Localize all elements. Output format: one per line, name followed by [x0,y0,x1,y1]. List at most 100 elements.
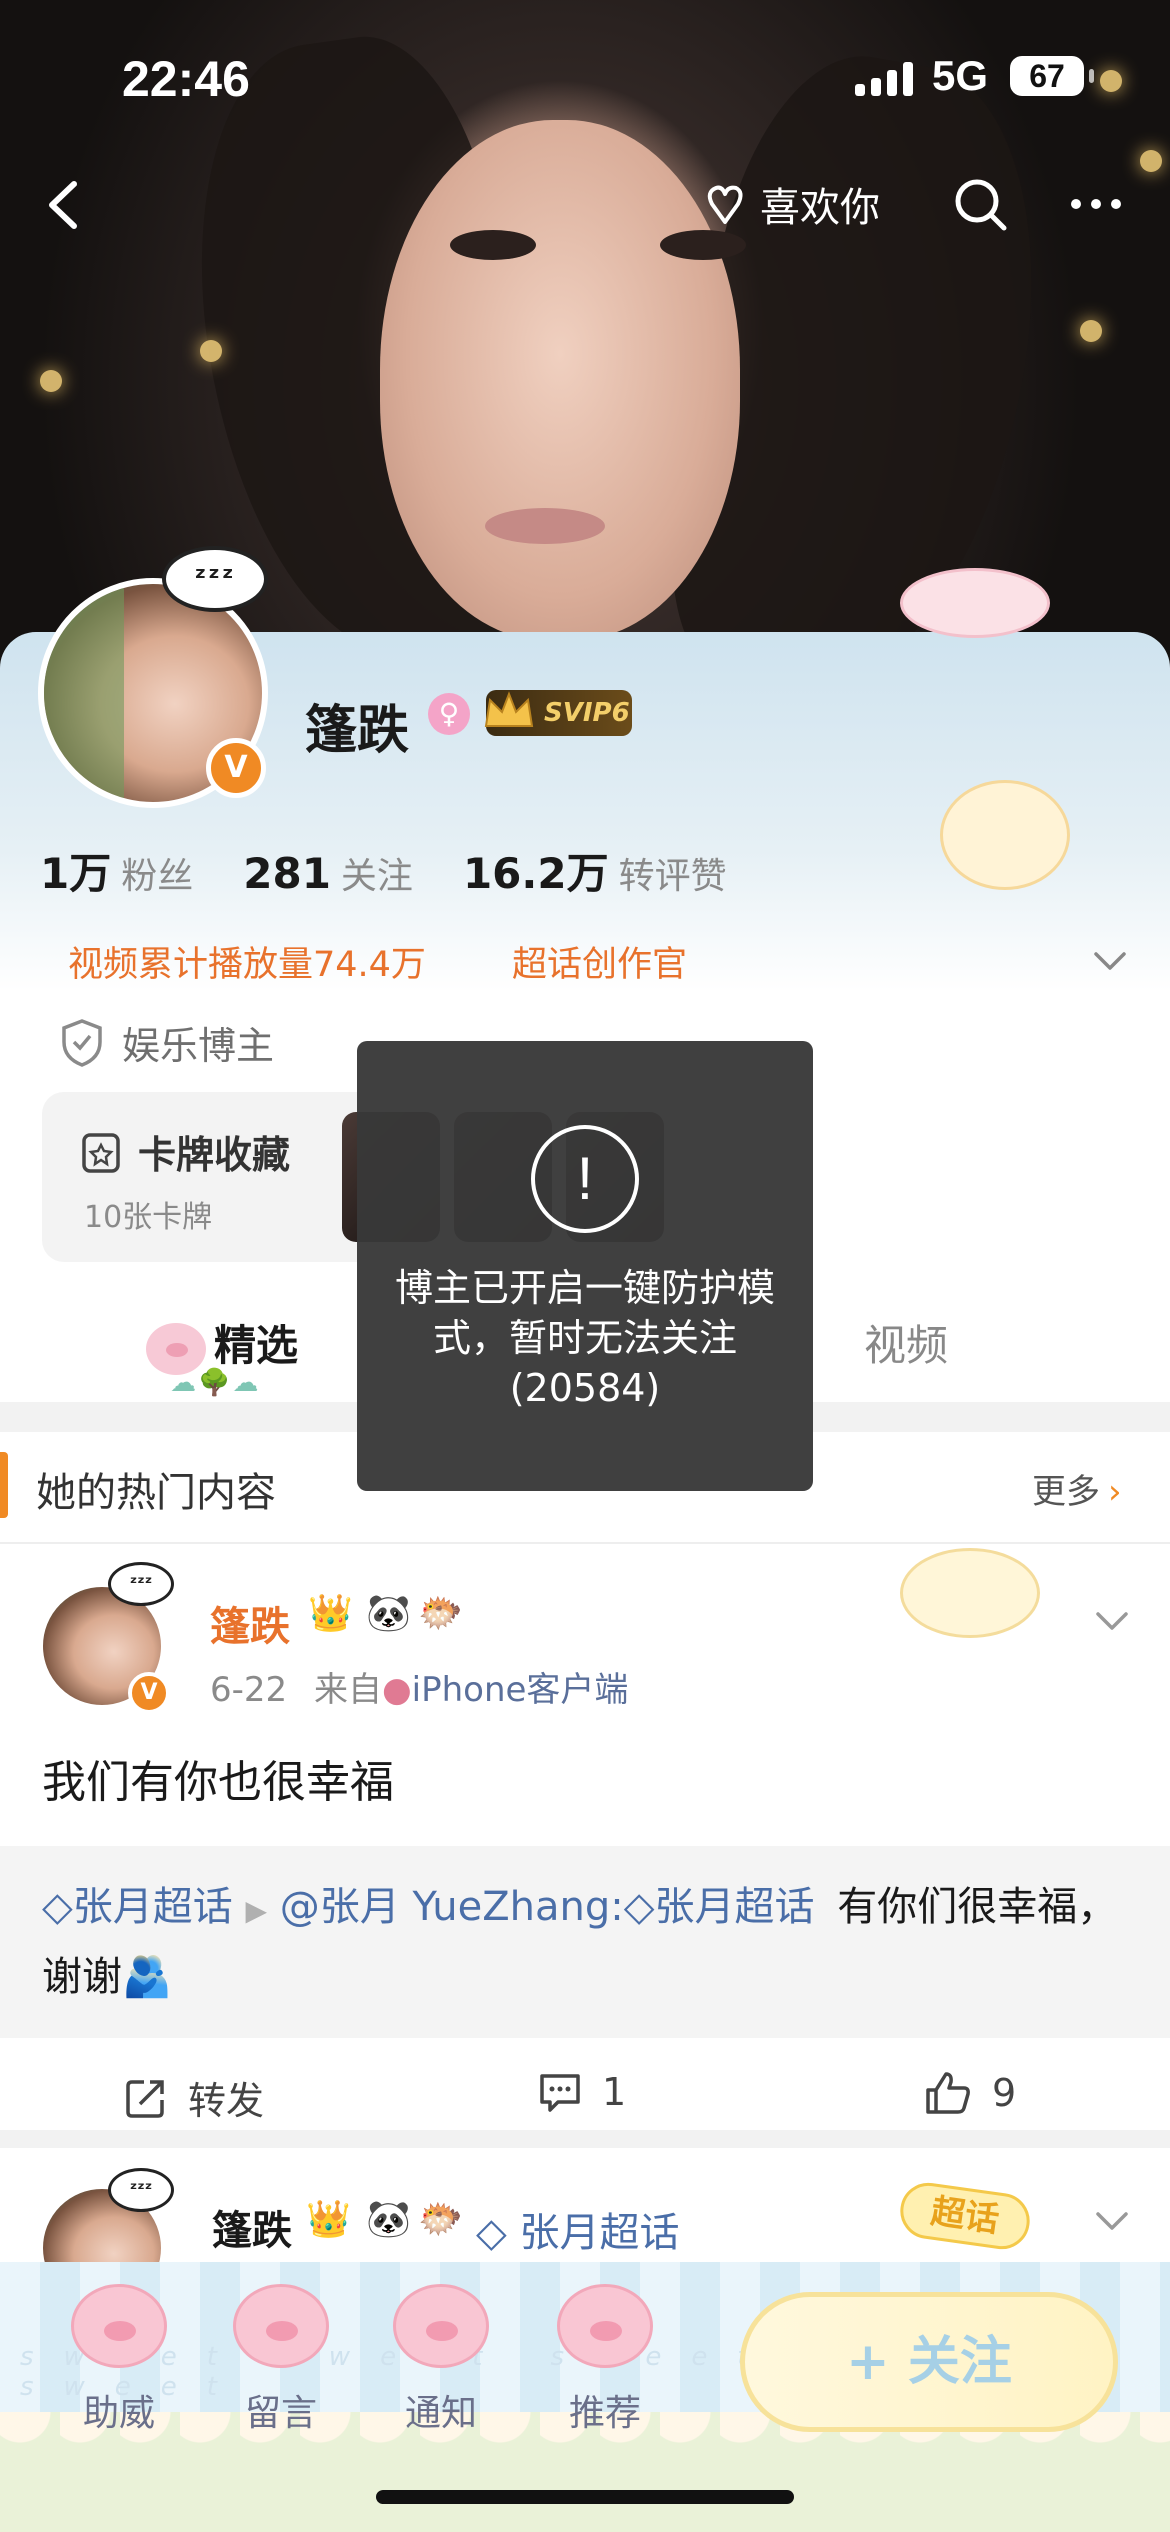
panda-icon: 🐼 [366,2199,411,2240]
battery-icon: 67 [1010,56,1094,96]
tab-featured-label: 精选 [214,1321,299,1370]
card-collection-title: 卡牌收藏 [80,1124,290,1179]
hot-content-title: 她的热门内容 [36,1470,276,1516]
tag-super-creator[interactable]: 超话创作官 [512,936,687,987]
like-you-label: 喜欢你 [760,185,880,231]
stat-label: 转评赞 [618,856,727,897]
bottom-item-label: 留言 [244,2393,317,2434]
topic-link[interactable]: ◇ 张月超话 [476,2200,679,2258]
fish-icon: 🐡 [418,2199,463,2240]
more-label: 更多 [1032,1472,1100,1512]
panda-icon: 🐼 [366,1593,411,1634]
search-icon[interactable] [950,174,1010,234]
super-topic-icon: ◇ [623,1884,655,1930]
card-collection-label: 卡牌收藏 [138,1133,291,1177]
thumbs-up-icon [926,2072,970,2114]
pig-sticker [900,1548,1040,1638]
play-arrow-icon: ▶ [245,1894,268,1927]
network-type: 5G [932,52,989,99]
tab-video[interactable]: 视频 [864,1312,948,1373]
tab-featured[interactable]: 精选 [146,1312,298,1375]
bottom-item-notify[interactable]: 通知 [376,2284,506,2436]
repost-button[interactable]: 转发 [124,2070,264,2125]
super-topic-icon: ◇ [42,1884,73,1930]
avatar-bubble: ᶻᶻᶻ [108,1562,174,1606]
avatar-bubble: ᶻᶻᶻ [162,546,268,612]
bottom-item-label: 通知 [404,2393,477,2434]
chevron-right-icon: › [1108,1472,1122,1512]
post-author-name[interactable]: 篷跌 [210,1594,290,1652]
follow-button[interactable]: + 关注 [740,2292,1118,2432]
gender-female-icon: ♀ [428,693,470,735]
hug-emoji-icon: 🫂 [122,1954,172,2000]
post-from: 来自 [313,1670,382,1710]
home-indicator [376,2490,794,2504]
post-author-name[interactable]: 篷跌 [212,2198,292,2256]
svip-label: SVIP6 [544,698,630,728]
bokeh-light [200,340,222,362]
post-source: iPhone客户端 [411,1670,629,1710]
bottom-item-recommend[interactable]: 推荐 [540,2284,670,2436]
post-text: 我们有你也很幸福 [42,1757,394,1808]
stat-followers[interactable]: 1万 粉丝 [40,840,193,901]
crown-badge-icon: 👑 [306,2199,351,2240]
status-time: 22:46 [122,51,250,107]
stat-label: 关注 [340,856,413,897]
stat-interactions[interactable]: 16.2万 转评赞 [463,840,727,901]
chevron-down-icon[interactable] [1090,2198,1134,2242]
topic-link[interactable]: 张月超话 [655,1884,815,1930]
super-topic-badge: 超话 [896,2179,1034,2253]
svip-badge[interactable]: SVIP6 [484,690,632,736]
certification: 娱乐博主 [60,1015,274,1070]
profile-name: 篷跌 [305,701,410,761]
like-you-button[interactable]: 喜欢你 [700,174,880,234]
stat-number: 1万 [40,849,112,898]
bottom-item-cheer[interactable]: 助威 [54,2284,184,2436]
comment-count: 1 [602,2070,627,2114]
more-icon[interactable] [1064,174,1128,234]
pig-icon [557,2284,653,2368]
post-meta: 6-22 来自●iPhone客户端 [210,1662,628,1711]
bottom-item-label: 助威 [82,2393,155,2434]
toast-message: 博主已开启一键防护模式，暂时无法关注(20584) [394,1266,775,1410]
certification-label: 娱乐博主 [122,1024,275,1068]
top-nav: 喜欢你 [0,160,1170,250]
verified-badge: V [206,738,266,798]
bokeh-light [1080,320,1102,342]
back-icon[interactable] [30,170,100,240]
shield-icon [62,1018,102,1067]
mention-link[interactable]: @张月 YueZhang: [280,1884,624,1930]
bottom-item-message[interactable]: 留言 [216,2284,346,2436]
pig-sticker [900,568,1050,638]
fish-icon: 🐡 [418,1593,463,1634]
bottom-item-label: 推荐 [568,2393,641,2434]
repost-label: 转发 [188,2079,265,2123]
stat-number: 16.2万 [462,849,609,898]
status-bar: 22:46 5G 67 [0,0,1170,150]
pig-icon [393,2284,489,2368]
toast-dialog: ! 博主已开启一键防护模式，暂时无法关注(20584) [357,1041,813,1491]
avatar-bubble: ᶻᶻᶻ [108,2168,174,2212]
more-link[interactable]: 更多 › [1032,1464,1122,1513]
topic-label: 张月超话 [519,2210,680,2256]
bokeh-light [40,370,62,392]
share-icon [126,2079,164,2118]
pig-sticker [940,780,1070,890]
post-actions: 转发 1 9 [0,2040,1170,2148]
post-date: 6-22 [210,1670,288,1710]
stat-following[interactable]: 281 关注 [243,847,413,899]
pig-icon [71,2284,167,2368]
chevron-down-icon[interactable] [1090,940,1130,980]
profile-avatar[interactable]: V [38,578,268,808]
chevron-down-icon[interactable] [1090,1598,1134,1642]
accent-bar [0,1452,8,1518]
cover-lips [485,508,605,544]
comment-button[interactable]: 1 [538,2070,626,2114]
like-button[interactable]: 9 [924,2070,1016,2116]
tag-video-plays[interactable]: 视频累计播放量74.4万 [68,936,426,987]
topic-link[interactable]: 张月超话 [73,1884,233,1930]
warning-icon: ! [531,1125,639,1233]
pig-icon [146,1322,206,1375]
repost-content[interactable]: ◇张月超话 ▶ @张月 YueZhang:◇张月超话 有你们很幸福，谢谢🫂 [0,1846,1170,2038]
card-collection-count: 10张卡牌 [84,1200,213,1235]
